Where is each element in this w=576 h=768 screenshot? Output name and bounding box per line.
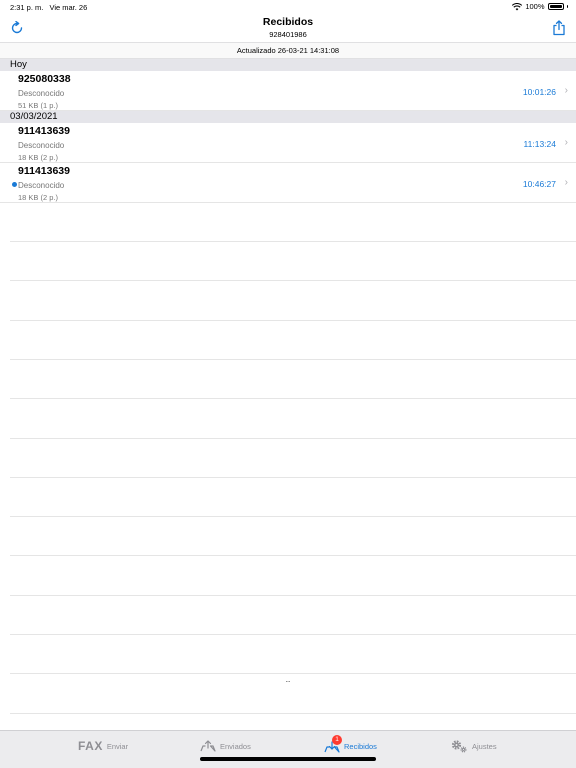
- fax-time: 11:13:24: [523, 139, 556, 149]
- last-updated-label: Actualizado 26-03-21 14:31:08: [0, 42, 576, 59]
- nav-bar: Recibidos 928401986: [0, 14, 576, 42]
- battery-percent: 100%: [525, 2, 545, 11]
- tab-bar: FAX Enviar Enviados 1 Recibidos Ajustes: [0, 730, 576, 768]
- fax-row[interactable]: 911413639 Desconocido 18 KB (2 p.) 10:46…: [0, 163, 576, 203]
- tab-send[interactable]: FAX Enviar: [78, 738, 128, 754]
- section-header-date: 03/03/2021: [0, 111, 576, 123]
- row-separator: [10, 634, 576, 635]
- unread-dot-icon: [12, 182, 17, 187]
- wifi-icon: [512, 2, 523, 10]
- fax-time: 10:46:27: [522, 179, 556, 189]
- row-separator: [10, 555, 576, 556]
- tab-received[interactable]: 1 Recibidos: [324, 735, 377, 754]
- fax-row[interactable]: 925080338 Desconocido 51 KB (1 p.) 10:01…: [0, 71, 576, 111]
- row-separator: [10, 359, 576, 360]
- page-subtitle: 928401986: [269, 30, 307, 39]
- row-separator: [10, 477, 576, 478]
- fax-icon: FAX: [78, 739, 103, 753]
- battery-tip: [566, 5, 568, 8]
- row-separator: [10, 516, 576, 517]
- fax-time: 10:01:26: [522, 87, 556, 97]
- status-time: 2:31 p. m.: [10, 3, 44, 12]
- row-separator: [10, 280, 576, 281]
- row-separator: [10, 713, 576, 714]
- sent-tray-icon: [200, 740, 216, 752]
- chevron-right-icon: ›: [564, 137, 568, 148]
- fax-size: 18 KB (2 p.): [18, 193, 59, 202]
- row-separator: [10, 398, 576, 399]
- fax-size: 51 KB (1 p.): [18, 101, 59, 110]
- chevron-right-icon: ›: [564, 85, 568, 96]
- fax-row[interactable]: 911413639 Desconocido 18 KB (2 p.) 11:13…: [0, 123, 576, 163]
- row-separator: [10, 673, 576, 674]
- tab-sent[interactable]: Enviados: [200, 738, 251, 754]
- status-right: 100%: [512, 2, 568, 11]
- tab-settings[interactable]: Ajustes: [450, 738, 497, 754]
- fax-number: 911413639: [18, 165, 70, 177]
- fax-sender: Desconocido: [18, 181, 65, 190]
- unread-badge: 1: [332, 735, 342, 745]
- fax-sender: Desconocido: [18, 89, 65, 98]
- status-left: 2:31 p. m. Vie mar. 26: [10, 3, 91, 12]
- share-button[interactable]: [551, 20, 567, 36]
- fax-number: 925080338: [18, 73, 71, 85]
- share-icon: [553, 20, 565, 36]
- status-bar: 2:31 p. m. Vie mar. 26 100%: [0, 0, 576, 14]
- row-separator: [10, 438, 576, 439]
- inbox-tray-wrapper: 1: [324, 735, 342, 753]
- page-title: Recibidos: [262, 16, 314, 28]
- tab-label: Enviar: [106, 741, 129, 751]
- section-header-today: Hoy: [0, 59, 576, 71]
- row-separator: [10, 241, 576, 242]
- fax-number: 911413639: [18, 125, 70, 137]
- row-separator: [10, 595, 576, 596]
- battery-icon: [547, 3, 564, 10]
- chevron-right-icon: ›: [564, 177, 568, 188]
- fax-size: 18 KB (2 p.): [18, 153, 59, 162]
- scroll-indicator: ..: [285, 675, 291, 684]
- row-separator: [10, 320, 576, 321]
- home-indicator: [200, 757, 376, 761]
- status-date: Vie mar. 26: [49, 3, 88, 12]
- tab-label: Ajustes: [472, 741, 497, 751]
- tab-label: Recibidos: [344, 741, 377, 751]
- gear-icon: [451, 740, 467, 753]
- fax-sender: Desconocido: [18, 141, 65, 150]
- tab-label: Enviados: [220, 741, 251, 751]
